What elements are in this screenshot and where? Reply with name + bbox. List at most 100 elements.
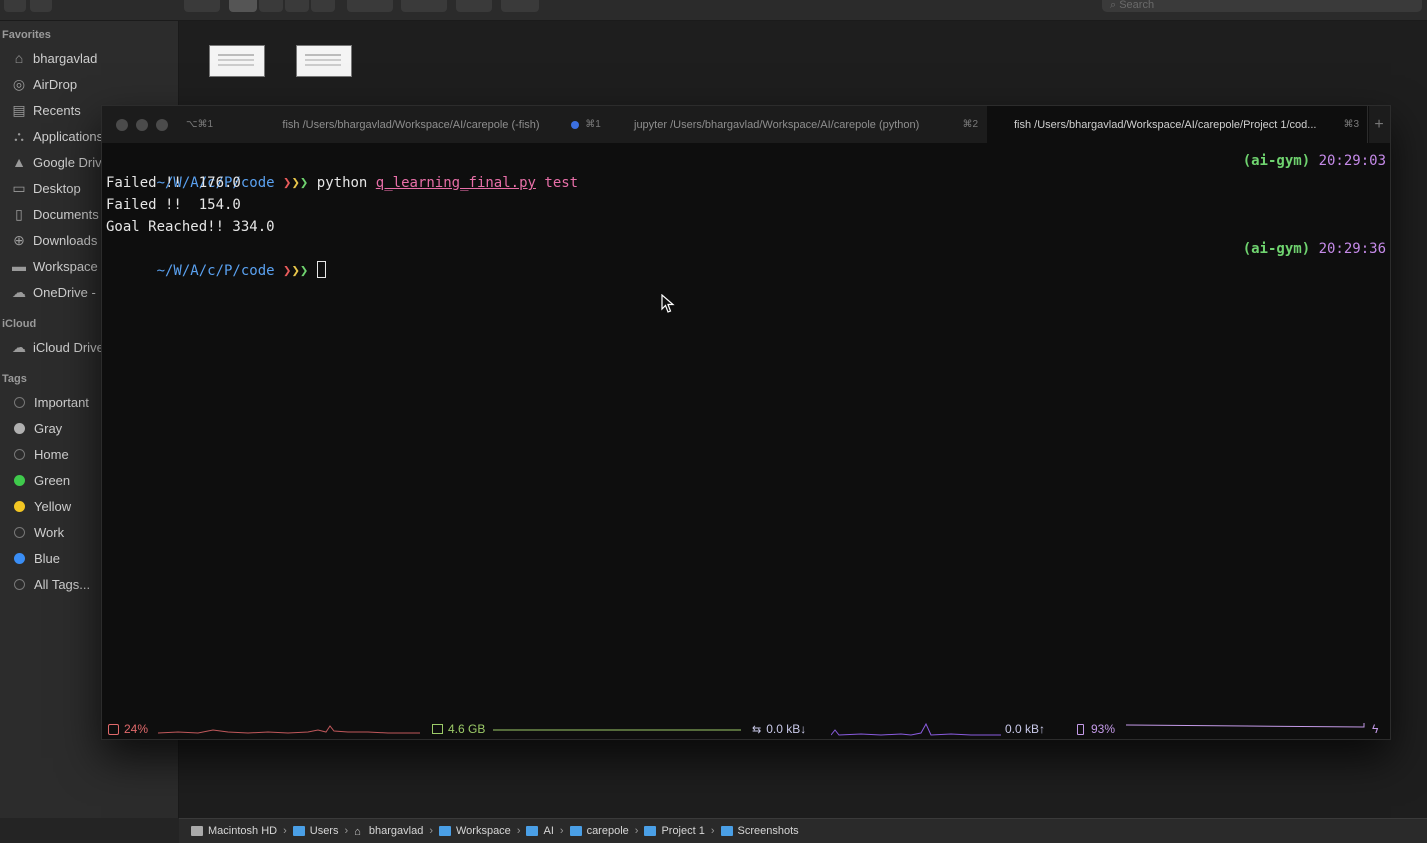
prompt-arrows: ❯❯❯ — [283, 263, 309, 279]
tab-title: fish /Users/bhargavlad/Workspace/AI/care… — [1014, 118, 1317, 131]
close-window-button[interactable] — [116, 119, 128, 131]
path-separator: › — [634, 825, 639, 837]
tag-color-dot — [14, 526, 25, 538]
sidebar-toggle-button[interactable] — [184, 0, 220, 12]
path-item-project-1[interactable]: Project 1 — [644, 825, 705, 837]
action-gear-button[interactable] — [401, 0, 447, 12]
terminal-output[interactable]: ~/W/A/c/P/code ❯❯❯ python q_learning_fin… — [106, 150, 1386, 279]
tag-color-dot — [14, 448, 25, 460]
back-button[interactable] — [4, 0, 26, 12]
tab-fish-code[interactable]: fish /Users/bhargavlad/Workspace/AI/care… — [987, 106, 1369, 143]
tab-jupyter-carepole[interactable]: jupyter /Users/bhargavlad/Workspace/AI/c… — [606, 106, 986, 143]
house-icon: ⌂ — [14, 50, 24, 66]
all-tags-icon — [14, 578, 25, 590]
network-download-status: ⇆ 0.0 kB↓ — [752, 722, 807, 736]
memory-icon — [432, 724, 443, 734]
home-icon: ⌂ — [354, 826, 361, 838]
hard-drive-icon — [191, 826, 203, 836]
favorites-header: Favorites — [2, 29, 51, 41]
desktop-icon: ▭ — [12, 179, 26, 196]
output-line: Failed !! 176.0 — [106, 175, 241, 191]
airdrop-icon: ◎ — [12, 75, 26, 92]
network-upload-status: 0.0 kB↑ — [1005, 722, 1046, 736]
tab-activity[interactable]: ⌘1 — [566, 106, 606, 143]
battery-status: 93% — [1077, 718, 1115, 740]
path-separator: › — [429, 825, 433, 837]
group-button[interactable] — [347, 0, 393, 12]
finder-toolbar: ⌕ Search — [0, 0, 1427, 21]
view-icon-button[interactable] — [229, 0, 257, 12]
virtualenv-label: (ai-gym) — [1242, 153, 1311, 169]
icloud-header: iCloud — [2, 318, 37, 330]
view-columns-button[interactable] — [285, 0, 309, 12]
minimize-window-button[interactable] — [136, 119, 148, 131]
charging-icon: ϟ — [1372, 722, 1379, 736]
cpu-icon — [108, 723, 119, 735]
path-item-ai[interactable]: AI — [526, 825, 554, 837]
path-separator: › — [283, 825, 287, 837]
terminal-titlebar: ⌥⌘1 fish /Users/bhargavlad/Workspace/AI/… — [102, 106, 1390, 143]
view-gallery-button[interactable] — [311, 0, 335, 12]
cpu-sparkline — [158, 725, 420, 734]
output-line: Goal Reached!! 334.0 — [106, 219, 275, 235]
window-shortcut: ⌥⌘1 — [186, 119, 214, 130]
path-item-users[interactable]: Users — [292, 825, 338, 837]
path-item-macintosh-hd[interactable]: Macintosh HD — [191, 825, 277, 837]
path-separator: › — [516, 825, 521, 837]
search-placeholder: Search — [1119, 0, 1155, 11]
iterm-window: ⌥⌘1 fish /Users/bhargavlad/Workspace/AI/… — [101, 105, 1391, 740]
memory-status: 4.6 GB — [432, 718, 485, 740]
battery-sparkline — [1126, 723, 1365, 728]
tag-color-dot — [14, 422, 25, 434]
search-input[interactable]: ⌕ Search — [1102, 0, 1422, 12]
tag-color-dot — [14, 474, 25, 486]
battery-icon — [1077, 723, 1084, 735]
terminal-status-bar: 24% 4.6 GB ⇆ 0.0 kB↓ 0.0 kB↑ 93% ϟ — [102, 718, 1390, 740]
mouse-pointer-icon — [661, 294, 675, 313]
share-button[interactable] — [456, 0, 492, 12]
documents-icon: ▯ — [15, 205, 23, 222]
path-separator: › — [559, 825, 564, 837]
timestamp: 20:29:36 — [1318, 241, 1386, 257]
applications-icon: ⛬ — [14, 127, 24, 144]
sidebar-item-airdrop[interactable]: ◎ AirDrop — [10, 73, 178, 95]
tags-header: Tags — [2, 373, 27, 385]
folder-icon — [526, 826, 539, 836]
folder-icon — [644, 826, 657, 836]
path-item-workspace[interactable]: Workspace — [438, 825, 511, 837]
tab-title: fish /Users/bhargavlad/Workspace/AI/care… — [282, 118, 540, 131]
downloads-icon: ⊕ — [13, 231, 25, 248]
plus-icon: + — [1374, 115, 1384, 133]
output-line: Failed !! 154.0 — [106, 197, 241, 213]
tab-title: jupyter /Users/bhargavlad/Workspace/AI/c… — [634, 118, 920, 131]
screenshot-thumbnail[interactable] — [296, 45, 352, 77]
timestamp: 20:29:03 — [1318, 153, 1386, 169]
cpu-status: 24% — [108, 718, 148, 740]
network-icon: ⇆ — [752, 723, 762, 736]
prompt-path: ~/W/A/c/P/code — [156, 263, 275, 279]
folder-icon: ▬ — [12, 258, 26, 274]
path-item-carepole[interactable]: carepole — [569, 825, 629, 837]
screenshot-thumbnail[interactable] — [209, 45, 265, 77]
tag-color-dot — [14, 500, 25, 512]
search-icon: ⌕ — [1110, 0, 1120, 11]
view-list-button[interactable] — [259, 0, 283, 12]
sidebar-item-bhargavlad[interactable]: ⌂ bhargavlad — [10, 47, 178, 69]
folder-icon — [292, 826, 305, 836]
folder-icon — [720, 826, 733, 836]
tags-button[interactable] — [501, 0, 539, 12]
recents-icon: ▤ — [12, 101, 26, 118]
forward-button[interactable] — [30, 0, 52, 12]
new-tab-button[interactable]: + — [1367, 106, 1390, 143]
finder-path-bar: Macintosh HD › Users › ⌂ bhargavlad › Wo… — [179, 818, 1427, 843]
tab-fish-carepole[interactable]: fish /Users/bhargavlad/Workspace/AI/care… — [226, 106, 596, 143]
activity-dot-icon — [571, 120, 580, 129]
path-item-screenshots[interactable]: Screenshots — [720, 825, 799, 837]
cloud-icon: ☁ — [12, 283, 26, 300]
zoom-window-button[interactable] — [156, 119, 168, 131]
folder-icon — [438, 826, 451, 836]
folder-icon — [569, 826, 582, 836]
prompt-line: ~/W/A/c/P/code ❯❯❯ (ai-gym) 20:29:36 — [106, 238, 1386, 279]
path-item-bhargavlad[interactable]: ⌂ bhargavlad — [354, 825, 423, 838]
path-separator: › — [344, 825, 349, 837]
